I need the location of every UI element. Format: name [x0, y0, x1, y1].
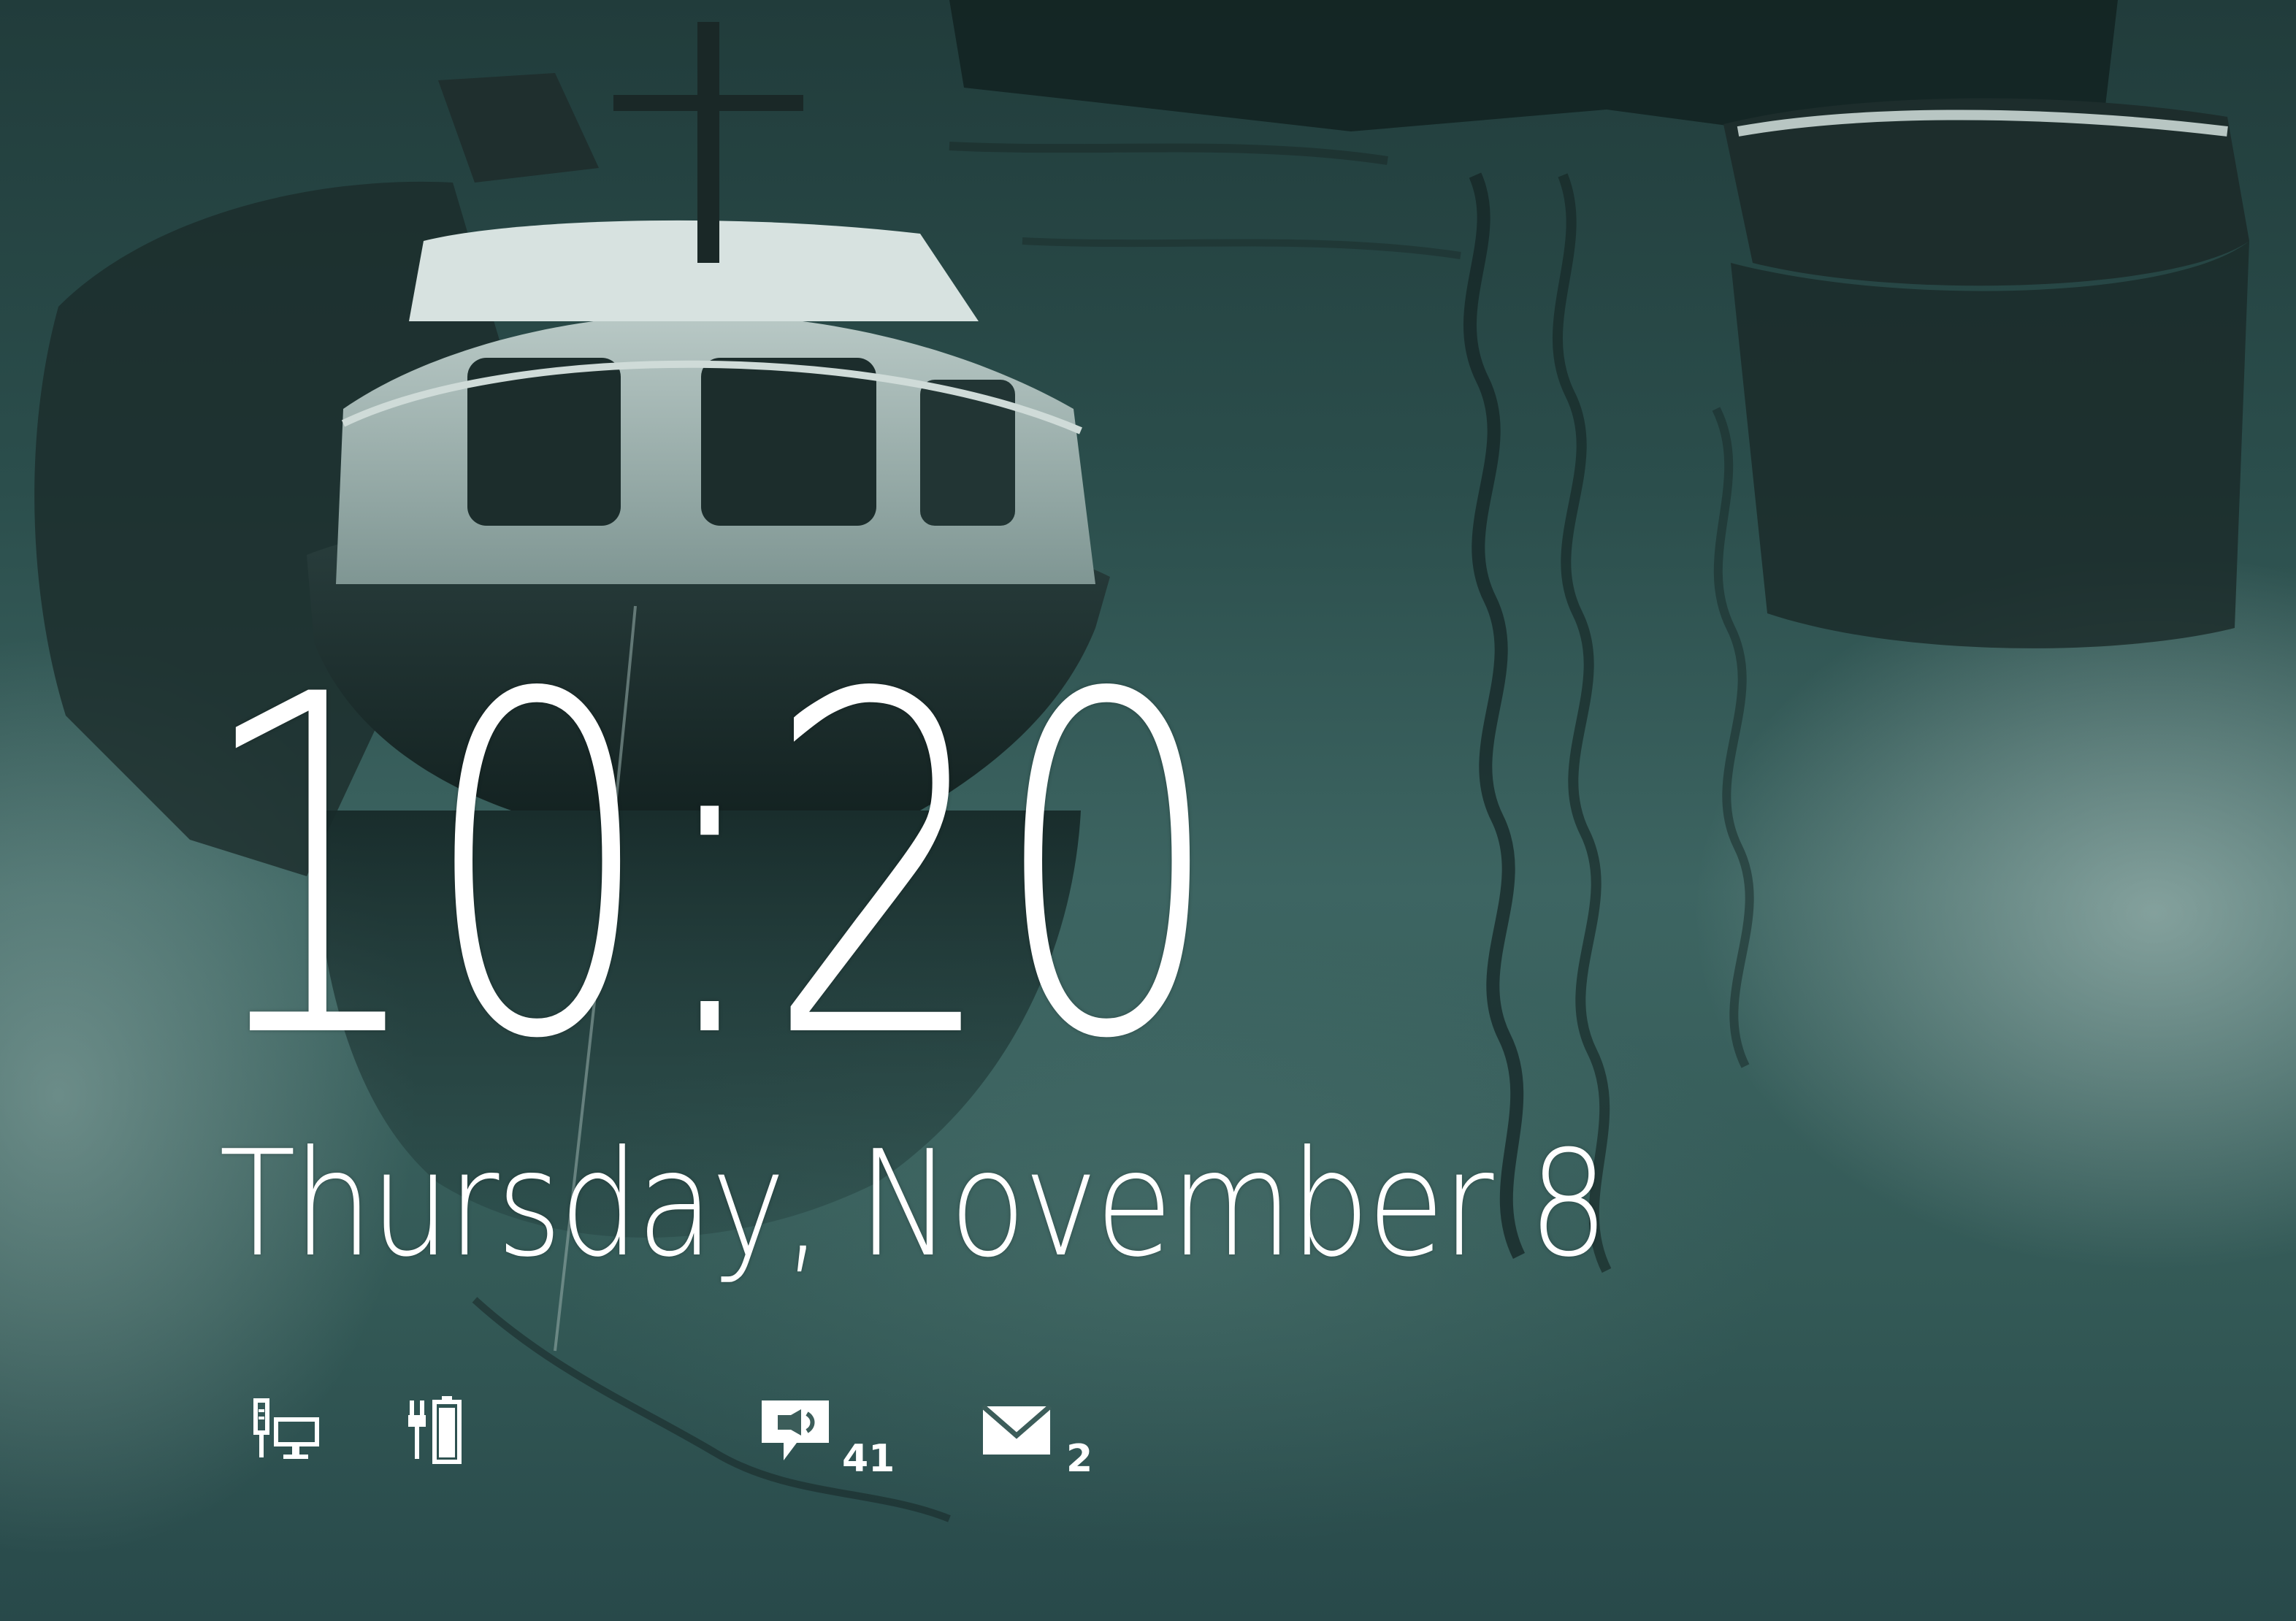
mail-notification: 2 — [979, 1395, 1125, 1490]
messages-notification: 41 — [756, 1395, 902, 1490]
date-label: Thursday, November 8 — [219, 1119, 1609, 1289]
battery-charging-icon — [405, 1395, 486, 1490]
mail-envelope-icon — [981, 1404, 1052, 1455]
mail-count: 2 — [1066, 1437, 1093, 1481]
messages-count: 41 — [842, 1437, 895, 1481]
ethernet-network-icon — [248, 1395, 329, 1490]
lock-screen[interactable]: 10:20 Thursday, November 8 41 2 — [0, 0, 2296, 1621]
message-bubble-icon — [762, 1400, 829, 1460]
clock-time: 10:20 — [196, 597, 1223, 1141]
